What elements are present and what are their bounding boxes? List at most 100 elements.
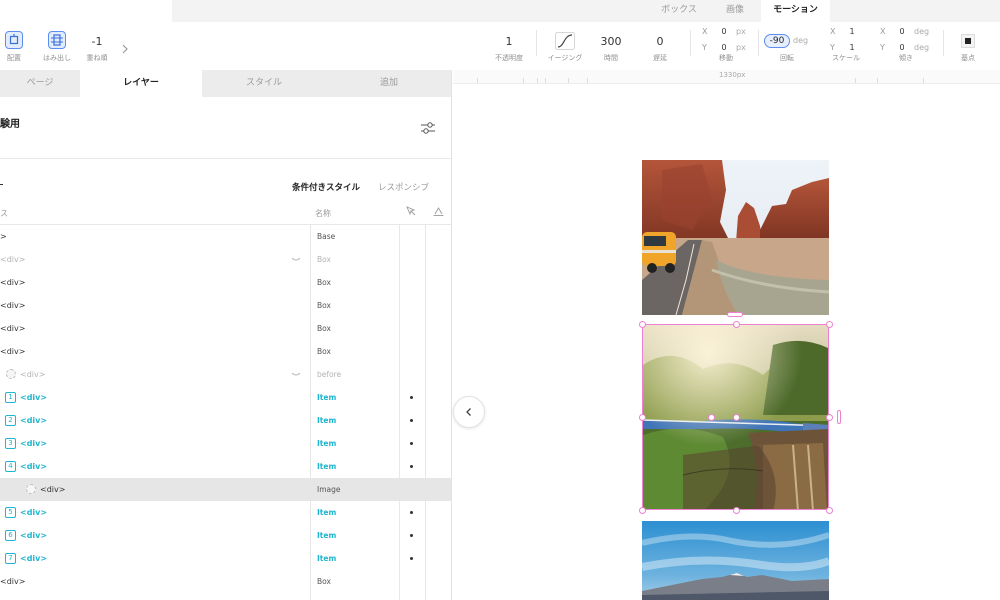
resize-handle[interactable] bbox=[708, 414, 715, 421]
layer-row[interactable]: <div> Box bbox=[0, 248, 451, 271]
skew-x-value: 0 bbox=[899, 27, 905, 36]
tab-style[interactable]: スタイル bbox=[202, 70, 326, 97]
move-label: 移動 bbox=[719, 54, 733, 62]
overflow-label: はみ出し bbox=[43, 54, 71, 62]
layer-name: Base bbox=[317, 232, 336, 241]
layer-name: before bbox=[317, 370, 342, 379]
mountain-sky-photo[interactable] bbox=[642, 521, 829, 600]
rotation-handle[interactable] bbox=[733, 414, 740, 421]
ruler-tick bbox=[877, 78, 878, 83]
layer-panel: ページ レイヤー スタイル 追加 験用 条件付きスタイル レスポンシブ ス 名称… bbox=[0, 70, 452, 600]
chevron-right-icon[interactable] bbox=[121, 39, 129, 58]
overflow-control[interactable]: はみ出し bbox=[40, 31, 74, 63]
resize-handle[interactable] bbox=[639, 414, 646, 421]
move-x-field[interactable]: X 0 px bbox=[702, 27, 746, 36]
axis-x-label: X bbox=[880, 27, 886, 36]
layer-row[interactable]: <div> Box bbox=[0, 294, 451, 317]
layer-row-item[interactable]: 2 <div> Item bbox=[0, 409, 451, 432]
tab-page[interactable]: ページ bbox=[0, 70, 80, 97]
layer-name: Item bbox=[317, 554, 337, 563]
tab-motion[interactable]: モーション bbox=[761, 0, 830, 22]
interaction-indicator bbox=[410, 557, 413, 560]
origin-label: 基点 bbox=[961, 54, 975, 62]
resize-handle[interactable] bbox=[826, 414, 833, 421]
layer-name: Item bbox=[317, 416, 337, 425]
layer-row-item[interactable]: 5 <div> Item bbox=[0, 501, 451, 524]
reorder-handle[interactable] bbox=[727, 312, 743, 317]
scale-x-field[interactable]: X1 bbox=[830, 27, 860, 36]
tab-image[interactable]: 画像 bbox=[709, 0, 761, 22]
resize-handle[interactable] bbox=[733, 507, 740, 514]
z-order-control[interactable]: -1 重ね順 bbox=[82, 35, 112, 63]
rotate-value[interactable]: -90 bbox=[764, 34, 790, 48]
chevron-down-icon[interactable] bbox=[291, 372, 301, 378]
resize-handle[interactable] bbox=[826, 321, 833, 328]
sliders-icon[interactable] bbox=[420, 120, 436, 134]
layer-row[interactable]: <div> Box bbox=[0, 570, 451, 593]
layer-row[interactable]: <div> Image bbox=[0, 478, 451, 501]
layer-tag: <div> bbox=[0, 577, 26, 586]
desert-road-photo[interactable] bbox=[642, 160, 829, 315]
toolbar-divider bbox=[536, 30, 537, 56]
resize-handle[interactable] bbox=[639, 507, 646, 514]
move-x-value: 0 bbox=[721, 27, 727, 36]
layer-row[interactable]: <div> before bbox=[0, 363, 451, 386]
ruler-tick bbox=[537, 78, 538, 83]
easing-control[interactable]: イージング bbox=[544, 32, 586, 63]
tab-box[interactable]: ボックス bbox=[649, 0, 709, 22]
layer-name: Box bbox=[317, 255, 331, 264]
rotate-field[interactable]: -90 deg bbox=[764, 34, 808, 48]
ruler-tick bbox=[855, 78, 856, 83]
layer-tag: <div> bbox=[20, 370, 46, 379]
tab-layer[interactable]: レイヤー bbox=[80, 70, 202, 97]
align-control[interactable]: 配置 bbox=[0, 31, 28, 63]
layer-name: Box bbox=[317, 577, 331, 586]
ruler-tick bbox=[568, 78, 569, 83]
layer-row-item[interactable]: 7 <div> Item bbox=[0, 547, 451, 570]
move-label-wrap: 移動 bbox=[708, 49, 744, 63]
layer-tag: <div> bbox=[20, 531, 48, 540]
layer-row[interactable]: <div> Box bbox=[0, 271, 451, 294]
rotate-label: 回転 bbox=[780, 54, 794, 62]
duration-control[interactable]: 300 時間 bbox=[594, 35, 628, 63]
layer-row-item[interactable]: 1 <div> Item bbox=[0, 386, 451, 409]
layer-tag: <div> bbox=[0, 347, 26, 356]
layer-list: > Base <div> Box <div> Box <div> Box <div> Box <di… bbox=[0, 225, 451, 593]
toolbar-divider bbox=[943, 30, 944, 56]
origin-control[interactable]: 基点 bbox=[952, 33, 984, 63]
layer-row[interactable]: <div> Box bbox=[0, 340, 451, 363]
layer-row-item[interactable]: 4 <div> Item bbox=[0, 455, 451, 478]
layer-name: Box bbox=[317, 278, 331, 287]
resize-handle[interactable] bbox=[826, 507, 833, 514]
delay-value: 0 bbox=[656, 35, 664, 48]
design-canvas[interactable]: 1330px bbox=[453, 70, 1000, 600]
layer-row-item[interactable]: 6 <div> Item bbox=[0, 524, 451, 547]
column-name-header: 名称 bbox=[315, 209, 331, 218]
layer-tag: <div> bbox=[20, 439, 48, 448]
layer-row[interactable]: > Base bbox=[0, 225, 451, 248]
resize-handle[interactable] bbox=[733, 321, 740, 328]
duration-value: 300 bbox=[600, 35, 622, 48]
resize-handle[interactable] bbox=[639, 321, 646, 328]
ruler-tick bbox=[477, 78, 478, 83]
layer-row[interactable]: <div> Box bbox=[0, 317, 451, 340]
opacity-control[interactable]: 1 不透明度 bbox=[494, 35, 524, 63]
align-icon bbox=[5, 31, 23, 49]
skew-x-field[interactable]: X 0 deg bbox=[880, 27, 929, 36]
chevron-down-icon[interactable] bbox=[291, 257, 301, 263]
layer-tag: <div> bbox=[20, 393, 48, 402]
chevron-left-icon[interactable] bbox=[453, 396, 485, 428]
conditional-style-button[interactable]: 条件付きスタイル bbox=[292, 181, 360, 193]
layer-tag: <div> bbox=[0, 301, 26, 310]
item-index-badge: 6 bbox=[5, 530, 16, 541]
layer-tag: <div> bbox=[0, 278, 26, 287]
responsive-button[interactable]: レスポンシブ bbox=[378, 181, 429, 193]
layer-row-item[interactable]: 3 <div> Item bbox=[0, 432, 451, 455]
tab-add[interactable]: 追加 bbox=[326, 70, 451, 97]
side-resize-handle[interactable] bbox=[837, 410, 841, 424]
opacity-value: 1 bbox=[505, 35, 513, 48]
delay-label: 遅延 bbox=[653, 54, 667, 62]
ruler-tick bbox=[587, 78, 588, 83]
delay-control[interactable]: 0 遅延 bbox=[645, 35, 675, 63]
layer-name: Item bbox=[317, 393, 337, 402]
